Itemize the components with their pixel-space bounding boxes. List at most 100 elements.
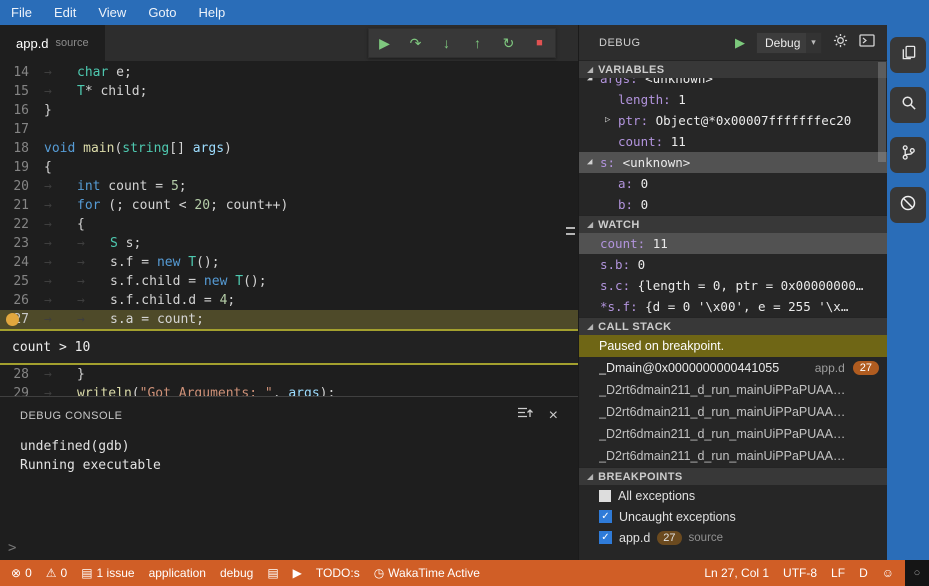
arrow-spacer	[605, 194, 618, 215]
code-line-17[interactable]: 17	[0, 120, 578, 139]
tab-appd[interactable]: app.d source	[0, 25, 105, 61]
menu-item-goto[interactable]: Goto	[137, 0, 187, 25]
menu-item-help[interactable]: Help	[188, 0, 237, 25]
breakpoint-icon[interactable]	[6, 313, 19, 326]
variable-row[interactable]: ▷ ptr: Object@*0x00007fffffffec20	[579, 110, 887, 131]
code-line-14[interactable]: 14 → char e;	[0, 63, 578, 82]
status-cursor-position[interactable]: Ln 27, Col 1	[697, 560, 776, 586]
activity-source-control[interactable]	[890, 137, 926, 173]
stack-frame[interactable]: _Dmain@0x0000000000441055 app.d 27	[579, 357, 887, 379]
activity-blocked[interactable]	[890, 187, 926, 223]
close-console-icon[interactable]: ×	[549, 407, 558, 423]
watch-row[interactable]: s.c: {length = 0, ptr = 0x00000000…	[579, 275, 887, 296]
status-wakatime[interactable]: ◷ WakaTime Active	[367, 560, 487, 586]
menu-bar: File Edit View Goto Help	[0, 0, 929, 25]
watch-row[interactable]: *s.f: {d = 0 '\x00', e = 255 '\x…	[579, 296, 887, 317]
code-line-27[interactable]: 27 → → s.a = count;	[0, 310, 578, 329]
open-console-icon[interactable]	[859, 33, 875, 52]
menu-item-file[interactable]: File	[0, 0, 43, 25]
breakpoints-list: All exceptions ✓ Uncaught exceptions ✓ app.d…	[579, 485, 887, 548]
activity-search[interactable]	[890, 87, 926, 123]
code-lines: 14 → char e; 15 → T* child; 16} 17 18 void main(s…	[0, 63, 578, 396]
code-line-15[interactable]: 15 → T* child;	[0, 82, 578, 101]
watch-row[interactable]: count: 11	[579, 233, 887, 254]
status-todos[interactable]: TODO:s	[309, 560, 367, 586]
step-out-button[interactable]: ↑	[462, 29, 493, 57]
step-into-button[interactable]: ↓	[431, 29, 462, 57]
code-text: }	[44, 103, 52, 118]
callstack-section-header[interactable]: ◢ CALL STACK	[579, 317, 887, 335]
stack-frame[interactable]: _D2rt6dmain211_d_run_mainUiPPaPUAA…	[579, 445, 887, 467]
code-line-24[interactable]: 24 → → s.f = new T();	[0, 253, 578, 272]
watch-row[interactable]: s.b: 0	[579, 254, 887, 275]
stack-frame[interactable]: _D2rt6dmain211_d_run_mainUiPPaPUAA…	[579, 423, 887, 445]
gear-icon[interactable]	[833, 33, 848, 53]
smiley-icon: ☺	[881, 566, 894, 580]
status-feedback[interactable]: ☺	[875, 560, 901, 586]
variables-section-header[interactable]: ◢ VARIABLES	[579, 60, 887, 78]
breakpoint-row[interactable]: All exceptions	[579, 485, 887, 506]
variable-row[interactable]: count: 11	[579, 131, 887, 152]
variable-value: 11	[652, 236, 668, 251]
variable-row[interactable]: b: 0	[579, 194, 887, 215]
restart-button[interactable]: ↻	[493, 29, 524, 57]
variable-row[interactable]: length: 1	[579, 89, 887, 110]
status-issues[interactable]: ▤ 1 issue	[74, 560, 141, 586]
start-debug-icon[interactable]: ▶	[735, 35, 745, 51]
status-debug[interactable]: debug	[213, 560, 260, 586]
status-text: UTF-8	[783, 566, 818, 580]
activity-files[interactable]	[890, 37, 926, 73]
indent-guide: →	[44, 274, 52, 289]
status-encoding[interactable]: UTF-8	[776, 560, 824, 586]
code-line-26[interactable]: 26 → → s.f.child.d = 4;	[0, 291, 578, 310]
code-line-16[interactable]: 16}	[0, 101, 578, 120]
issues-icon: ▤	[81, 566, 93, 580]
status-language[interactable]: D	[852, 560, 875, 586]
code-line-19[interactable]: 19 {	[0, 158, 578, 177]
code-line-21[interactable]: 21 → for (; count < 20; count++)	[0, 196, 578, 215]
app-window: File Edit View Goto Help app.d source ▶ ↷ ↓ ↑ ↻ ■…	[0, 0, 929, 586]
collapsed-icon[interactable]: ▷	[605, 110, 618, 131]
stack-frame[interactable]: _D2rt6dmain211_d_run_mainUiPPaPUAA…	[579, 379, 887, 401]
variable-row[interactable]: a: 0	[579, 173, 887, 194]
menu-item-edit[interactable]: Edit	[43, 0, 87, 25]
status-errors[interactable]: ⊗ 0	[4, 560, 39, 586]
code-editor[interactable]: 14 → char e; 15 → T* child; 16} 17 18 void main(s…	[0, 61, 578, 396]
breakpoint-checkbox[interactable]: ✓	[599, 510, 612, 523]
variable-row[interactable]: ◢ args: <unknown>	[579, 78, 887, 89]
sidebar-scrollbar[interactable]	[878, 62, 886, 162]
breakpoint-condition-widget[interactable]: count > 10	[0, 329, 578, 365]
code-line-20[interactable]: 20 → int count = 5;	[0, 177, 578, 196]
breakpoints-section-header[interactable]: ◢ BREAKPOINTS	[579, 467, 887, 485]
status-note[interactable]: ▤	[260, 560, 285, 586]
status-application[interactable]: application	[142, 560, 213, 586]
expanded-icon[interactable]: ◢	[587, 78, 600, 89]
stack-frame[interactable]: _D2rt6dmain211_d_run_mainUiPPaPUAA…	[579, 401, 887, 423]
stop-button[interactable]: ■	[524, 29, 555, 57]
code-line-22[interactable]: 22 →{	[0, 215, 578, 234]
code-line-28[interactable]: 28 →}	[0, 365, 578, 384]
watch-section-header[interactable]: ◢ WATCH	[579, 215, 887, 233]
clear-console-icon[interactable]	[517, 406, 534, 425]
indent-guide: →	[44, 198, 52, 213]
breakpoint-row[interactable]: ✓ app.d 27 source	[579, 527, 887, 548]
status-warnings[interactable]: ⚠ 0	[39, 560, 74, 586]
expanded-icon[interactable]: ◢	[587, 152, 600, 173]
code-line-25[interactable]: 25 → → s.f.child = new T();	[0, 272, 578, 291]
console-input-prompt[interactable]: >	[8, 540, 16, 556]
section-title: VARIABLES	[598, 63, 665, 76]
status-eol[interactable]: LF	[824, 560, 852, 586]
breakpoint-row[interactable]: ✓ Uncaught exceptions	[579, 506, 887, 527]
code-line-29[interactable]: 29 → writeln("Got Arguments: ", args);	[0, 384, 578, 396]
continue-button[interactable]: ▶	[369, 29, 400, 57]
menu-item-view[interactable]: View	[87, 0, 137, 25]
code-line-23[interactable]: 23 → → S s;	[0, 234, 578, 253]
step-over-button[interactable]: ↷	[400, 29, 431, 57]
code-line-18[interactable]: 18 void main(string[] args)	[0, 139, 578, 158]
line-number: 14	[13, 65, 29, 80]
breakpoint-checkbox[interactable]	[599, 489, 611, 502]
variable-row[interactable]: ◢ s: <unknown>	[579, 152, 887, 173]
status-run[interactable]: ▶	[286, 560, 309, 586]
debug-config-dropdown[interactable]: Debug ▾	[756, 31, 822, 54]
breakpoint-checkbox[interactable]: ✓	[599, 531, 612, 544]
